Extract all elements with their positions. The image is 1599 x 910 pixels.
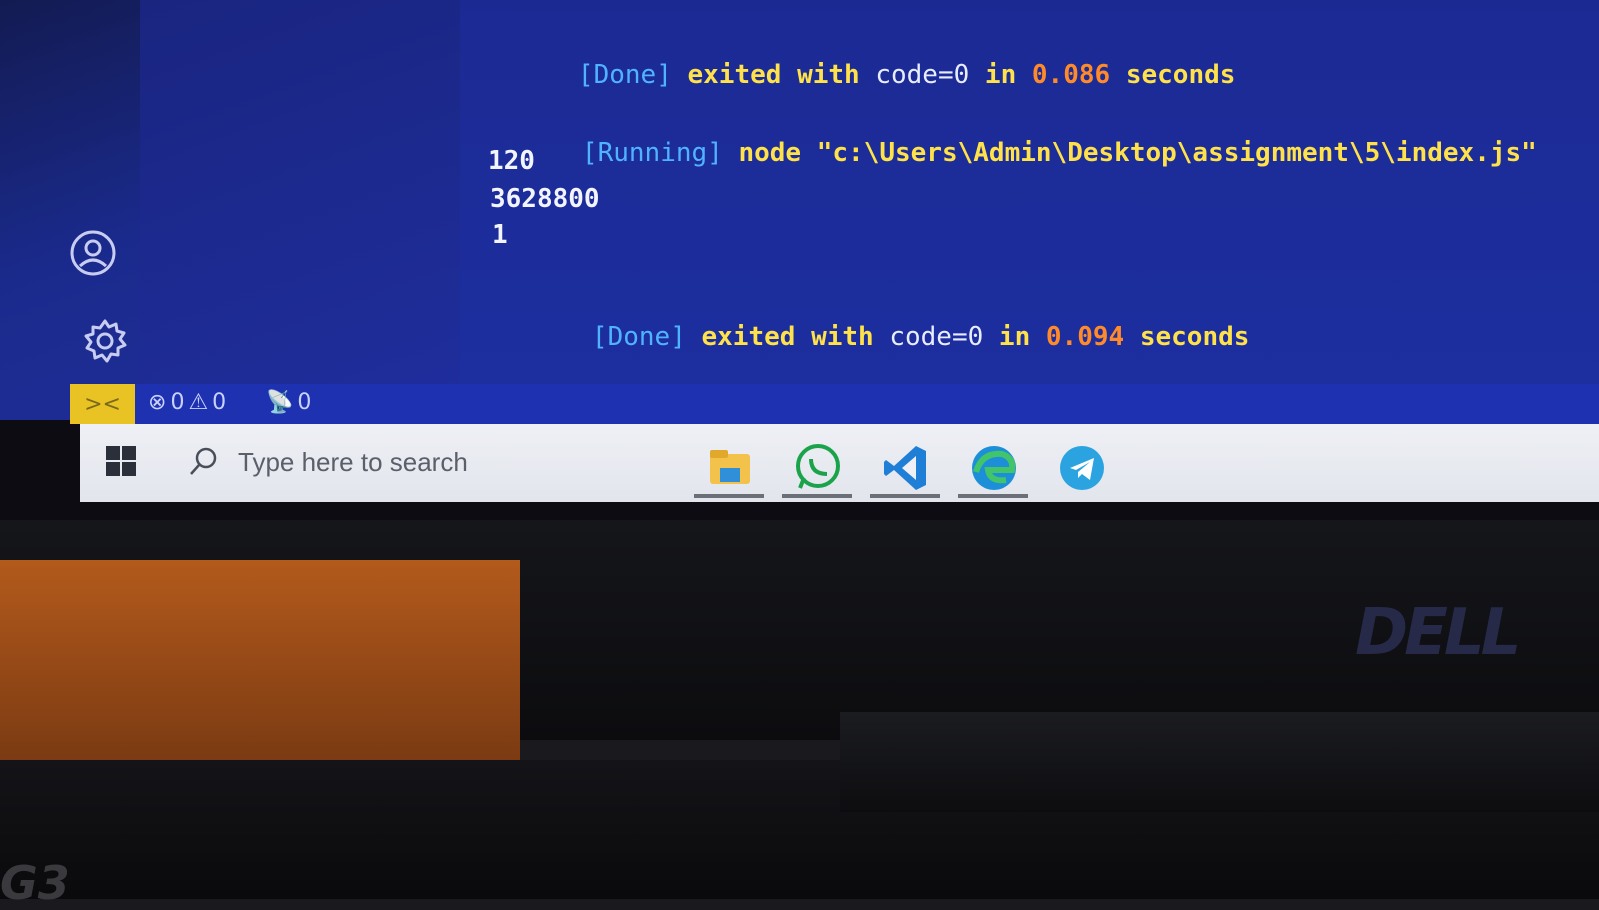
warning-icon: ⚠: [188, 390, 209, 415]
taskbar-search[interactable]: Type here to search: [172, 430, 772, 494]
exited-text: exited with: [687, 60, 860, 90]
warning-count: 0: [212, 390, 227, 415]
keyboard-logo: G3: [0, 856, 70, 910]
problems-indicator[interactable]: ⊗ 0 ⚠ 0: [148, 390, 226, 415]
whatsapp-icon[interactable]: [792, 442, 844, 494]
dell-logo: DELL: [1355, 596, 1521, 670]
broadcast-icon: 📡: [266, 390, 294, 415]
screen: [Done] exited with code=0 in 0.086 secon…: [0, 0, 1599, 520]
done-tag: [Done]: [591, 322, 686, 352]
running-tag: [Running]: [581, 138, 723, 168]
seconds-text: seconds: [1139, 322, 1250, 352]
in-text: in: [998, 322, 1031, 352]
running-indicator: [782, 494, 852, 498]
in-text: in: [984, 60, 1017, 90]
status-bar: >< ⊗ 0 ⚠ 0 📡 0: [70, 384, 1599, 424]
search-icon: [190, 447, 217, 475]
result-line: 120: [488, 146, 535, 176]
exited-text: exited with: [701, 322, 874, 352]
done-tag: [Done]: [577, 60, 672, 90]
result-line: 1: [492, 220, 508, 250]
windows-start-icon[interactable]: [104, 444, 138, 478]
result-line: 3628800: [490, 184, 600, 214]
running-indicator: [694, 494, 764, 498]
remote-icon: ><: [84, 391, 121, 417]
script-path: "c:\Users\Admin\Desktop\assignment\5\ind…: [816, 138, 1537, 168]
exit-code: code=0: [875, 60, 970, 90]
telegram-icon[interactable]: [1056, 442, 1108, 494]
ports-count: 0: [297, 390, 312, 415]
running-indicator: [870, 494, 940, 498]
running-indicator: [958, 494, 1028, 498]
output-panel: [Done] exited with code=0 in 0.086 secon…: [460, 0, 1599, 420]
sidebar-panel: [140, 0, 460, 420]
output-line-done-1: [Done] exited with code=0 in 0.086 secon…: [484, 30, 1235, 120]
duration: 0.086: [1031, 60, 1111, 90]
activity-bar: [0, 0, 140, 420]
file-explorer-icon[interactable]: [704, 442, 756, 494]
exit-code: code=0: [889, 322, 984, 352]
error-icon: ⊗: [148, 390, 167, 415]
ports-indicator[interactable]: 📡 0: [266, 390, 311, 415]
duration: 0.094: [1045, 322, 1125, 352]
output-line-running: [Running] node "c:\Users\Admin\Desktop\a…: [488, 108, 1537, 198]
error-count: 0: [170, 390, 185, 415]
taskbar: Type here to search: [80, 424, 1599, 502]
vscode-icon[interactable]: [880, 442, 932, 494]
accounts-icon[interactable]: [68, 228, 118, 278]
gear-icon[interactable]: [80, 316, 130, 366]
monitor-stand: [840, 712, 1599, 812]
output-line-done-2: [Done] exited with code=0 in 0.094 secon…: [498, 292, 1249, 382]
command-text: node: [738, 138, 802, 168]
search-placeholder: Type here to search: [238, 446, 468, 477]
seconds-text: seconds: [1125, 60, 1236, 90]
remote-indicator[interactable]: ><: [70, 384, 135, 424]
edge-icon[interactable]: [968, 442, 1020, 494]
